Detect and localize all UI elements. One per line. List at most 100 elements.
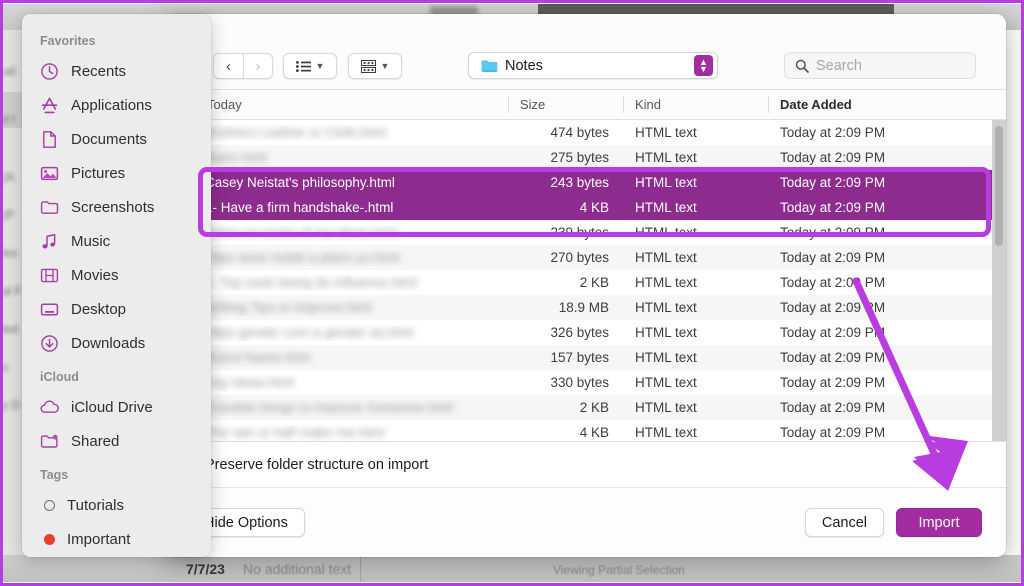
sidebar-item-applications[interactable]: Applications	[22, 88, 211, 122]
file-name: https gender com a gender as.html	[205, 325, 414, 340]
file-size-cell: 239 bytes	[508, 225, 623, 240]
background-text-line: ud	[2, 64, 15, 78]
table-row[interactable]: Brothers Leather or Cloth.html474 bytesH…	[163, 120, 1006, 145]
background-text-line: y D	[2, 398, 20, 412]
status-date: 7/7/23	[186, 561, 225, 577]
file-name-cell: Casey Neistat's philosophy.html	[163, 175, 508, 191]
file-size-cell: 243 bytes	[508, 175, 623, 190]
sidebar-item-label: Recents	[71, 63, 126, 80]
table-row[interactable]: 1- Top tools being do influence.html 2 KB…	[163, 270, 1006, 295]
sidebar-item-desktop[interactable]: Desktop	[22, 292, 211, 326]
sidebar-item-label: Important	[67, 531, 130, 548]
column-header-kind[interactable]: Kind	[623, 90, 768, 119]
background-text-line: (P	[2, 208, 14, 222]
column-header-date-added[interactable]: Date Added	[768, 90, 1006, 119]
table-row[interactable]: Key Ideas.html330 bytesHTML textToday at…	[163, 370, 1006, 395]
file-name: https www reddit a place yo.html	[205, 250, 399, 265]
sidebar-item-shared[interactable]: Shared	[22, 424, 211, 458]
sidebar-item-pictures[interactable]: Pictures	[22, 156, 211, 190]
sidebar-item-documents[interactable]: Documents	[22, 122, 211, 156]
up-down-stepper-icon[interactable]: ▲ ▼	[694, 55, 713, 76]
file-kind-cell: HTML text	[623, 275, 768, 290]
file-size-cell: 270 bytes	[508, 250, 623, 265]
background-text-line: led	[2, 322, 18, 336]
group-view-button[interactable]: ▼	[348, 53, 402, 79]
table-row[interactable]: https www reddit a place yo.html 270 byte…	[163, 245, 1006, 270]
file-size-cell: 275 bytes	[508, 150, 623, 165]
sidebar-item-recents[interactable]: Recents	[22, 54, 211, 88]
table-row[interactable]: 1- Have a firm handshake-.html4 KBHTML t…	[163, 195, 1006, 220]
sidebar-group-title: iCloud	[22, 360, 211, 390]
file-date-cell: Today at 2:09 PM	[768, 325, 1006, 340]
file-name-cell: Brothers Leather or Cloth.html	[163, 125, 508, 141]
table-row[interactable]: Basic.html275 bytesHTML textToday at 2:0…	[163, 145, 1006, 170]
back-button[interactable]: ‹	[213, 53, 243, 79]
file-kind-cell: HTML text	[623, 425, 768, 440]
search-icon	[795, 59, 809, 73]
table-row[interactable]: The rain or half make me.html4 KBHTML te…	[163, 420, 1006, 441]
import-button[interactable]: Import	[896, 508, 982, 537]
location-popup-button[interactable]: Notes ▲ ▼	[468, 52, 718, 79]
location-label: Notes	[505, 58, 694, 74]
file-name: 1- Have a firm handshake-.html	[205, 200, 393, 215]
navigation-buttons: ‹ ›	[213, 53, 273, 79]
table-row[interactable]: Brand Name.html157 bytesHTML textToday a…	[163, 345, 1006, 370]
file-name-cell: https gender com a gender as.html	[163, 325, 508, 341]
column-header-name[interactable]: Today	[163, 90, 508, 119]
sidebar-item-tutorials[interactable]: Tutorials	[22, 488, 211, 522]
file-date-cell: Today at 2:09 PM	[768, 425, 1006, 440]
shared-folder-icon	[40, 432, 59, 451]
download-icon	[40, 334, 59, 353]
dialog-toolbar: ‹ › ▼	[163, 14, 1006, 90]
file-kind-cell: HTML text	[623, 400, 768, 415]
sidebar-item-icloud-drive[interactable]: iCloud Drive	[22, 390, 211, 424]
sidebar-item-important[interactable]: Important	[22, 522, 211, 556]
import-file-dialog: ‹ › ▼	[163, 14, 1006, 557]
file-size-cell: 330 bytes	[508, 375, 623, 390]
sidebar-item-music[interactable]: Music	[22, 224, 211, 258]
file-kind-cell: HTML text	[623, 125, 768, 140]
status-divider	[360, 555, 361, 582]
sidebar-item-label: Shared	[71, 433, 119, 450]
file-name-cell: Notes on some of my ideas.html	[163, 225, 508, 241]
sidebar-item-label: Pictures	[71, 165, 125, 182]
screenshot-root: ud d t (A (P ies al F led s y D 7/7/23 N…	[0, 0, 1024, 586]
table-row[interactable]: Possible things to improve Someone.html2…	[163, 395, 1006, 420]
chevron-down-icon: ▼	[381, 62, 390, 71]
file-name: Brand Name.html	[205, 350, 310, 365]
sidebar-item-movies[interactable]: Movies	[22, 258, 211, 292]
file-kind-cell: HTML text	[623, 375, 768, 390]
sidebar-item-label: Applications	[71, 97, 152, 114]
scrollbar-thumb[interactable]	[995, 126, 1003, 246]
list-view-icon	[296, 61, 311, 72]
sidebar-item-label: Music	[71, 233, 110, 250]
background-text-line: (A	[2, 170, 14, 184]
vertical-scrollbar[interactable]	[992, 120, 1006, 441]
sidebar-item-downloads[interactable]: Downloads	[22, 326, 211, 360]
file-kind-cell: HTML text	[623, 350, 768, 365]
sidebar-item-screenshots[interactable]: Screenshots	[22, 190, 211, 224]
list-view-button[interactable]: ▼	[283, 53, 337, 79]
clock-icon	[40, 62, 59, 81]
chevron-left-icon: ‹	[226, 59, 231, 74]
table-row[interactable]: Notes on some of my ideas.html239 bytesH…	[163, 220, 1006, 245]
cancel-button[interactable]: Cancel	[805, 508, 884, 537]
file-date-cell: Today at 2:09 PM	[768, 275, 1006, 290]
column-header-size[interactable]: Size	[508, 90, 623, 119]
forward-button[interactable]: ›	[243, 53, 273, 79]
search-field[interactable]: Search	[784, 52, 976, 79]
file-size-cell: 2 KB	[508, 275, 623, 290]
search-input[interactable]: Search	[816, 58, 862, 74]
file-kind-cell: HTML text	[623, 325, 768, 340]
desktop-icon	[40, 300, 59, 319]
table-row[interactable]: Writing Tips to Improve.html18.9 MBHTML …	[163, 295, 1006, 320]
file-date-cell: Today at 2:09 PM	[768, 150, 1006, 165]
sidebar-item-label: Downloads	[71, 335, 145, 352]
file-list[interactable]: Brothers Leather or Cloth.html474 bytesH…	[163, 120, 1006, 441]
table-row[interactable]: Casey Neistat's philosophy.html243 bytes…	[163, 170, 1006, 195]
dialog-footer: Hide Options Cancel Import	[163, 487, 1006, 557]
table-row[interactable]: https gender com a gender as.html326 byt…	[163, 320, 1006, 345]
file-name: 1- Top tools being do influence.html	[205, 275, 417, 290]
stepper-down-arrow: ▼	[699, 66, 708, 72]
file-name: Notes on some of my ideas.html	[205, 225, 398, 240]
